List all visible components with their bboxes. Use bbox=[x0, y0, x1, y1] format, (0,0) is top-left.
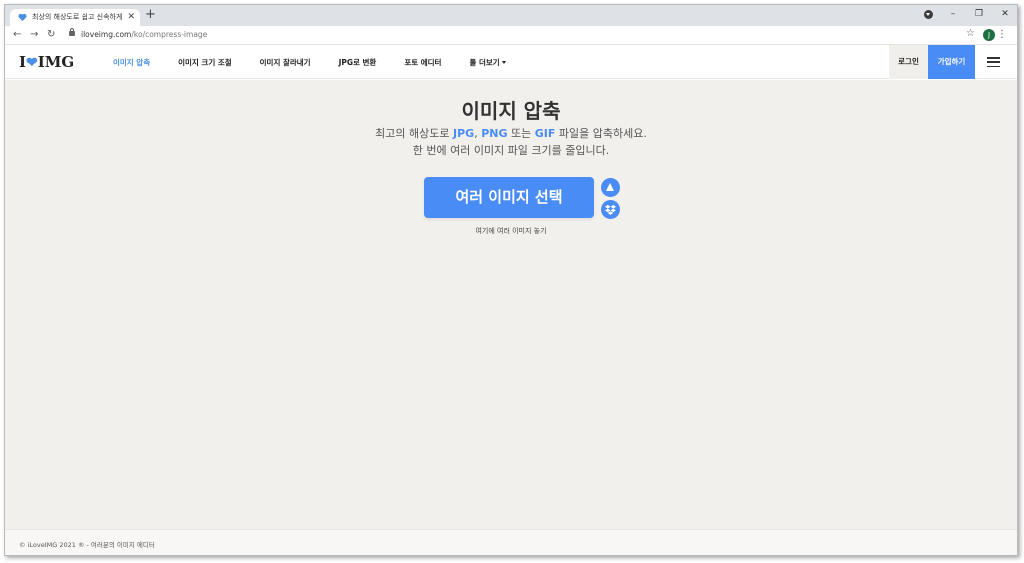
nav-crop-image[interactable]: 이미지 잘라내기 bbox=[260, 57, 311, 68]
browser-toolbar: ← → ↻ iloveimg.com/ko/compress-image ☆ bbox=[5, 26, 1017, 45]
subtitle-line-1: 최고의 해상도로 JPG, PNG 또는 GIF 파일을 압축하세요. bbox=[5, 125, 1017, 142]
hamburger-menu-icon[interactable] bbox=[987, 57, 1000, 68]
bookmark-star-icon[interactable]: ☆ bbox=[966, 28, 975, 39]
restore-button[interactable]: ❐ bbox=[973, 7, 985, 21]
format-png: PNG bbox=[481, 127, 508, 140]
site-header: I❤IMG 이미지 압축 이미지 크기 조절 이미지 잘라내기 JPG로 변환 … bbox=[5, 45, 1017, 79]
nav-resize-image[interactable]: 이미지 크기 조절 bbox=[178, 57, 232, 68]
reload-button[interactable]: ↻ bbox=[47, 28, 55, 42]
chevron-down-icon bbox=[501, 61, 506, 64]
url-text[interactable]: iloveimg.com/ko/compress-image bbox=[81, 30, 207, 39]
format-jpg: JPG bbox=[453, 127, 475, 140]
page-subtitle: 최고의 해상도로 JPG, PNG 또는 GIF 파일을 압축하세요. 한 번에… bbox=[5, 125, 1017, 159]
tab-search-icon[interactable] bbox=[924, 9, 933, 19]
subtitle-text: 최고의 해상도로 bbox=[375, 127, 454, 140]
forward-button[interactable]: → bbox=[30, 28, 38, 42]
profile-avatar[interactable]: J bbox=[983, 29, 995, 41]
main-content: 이미지 압축 최고의 해상도로 JPG, PNG 또는 GIF 파일을 압축하세… bbox=[5, 80, 1017, 529]
heart-icon: ❤ bbox=[26, 55, 38, 71]
logo-letter: I bbox=[19, 53, 27, 71]
address-bar[interactable]: iloveimg.com/ko/compress-image ☆ bbox=[63, 28, 979, 43]
subtitle-text: 파일을 압축하세요. bbox=[555, 127, 647, 140]
tab-title: 최상의 해상도로 쉽고 신속하게 bbox=[32, 13, 123, 21]
url-host: iloveimg.com bbox=[81, 30, 132, 39]
site-footer: © iLoveIMG 2021 ® - 여러분의 이미지 에디터 bbox=[5, 529, 1017, 555]
footer-copyright: © iLoveIMG 2021 ® - 여러분의 이미지 에디터 bbox=[19, 541, 155, 549]
page-title: 이미지 압축 bbox=[461, 99, 561, 123]
login-button[interactable]: 로그인 bbox=[889, 45, 928, 79]
select-images-button[interactable]: 여러 이미지 선택 bbox=[424, 177, 594, 218]
heart-favicon-icon bbox=[18, 13, 27, 22]
drop-hint: 여기에 여러 이미지 놓기 bbox=[475, 227, 547, 235]
minimize-button[interactable]: – bbox=[947, 7, 959, 21]
more-tools-label: 툴 더보기 bbox=[469, 57, 500, 67]
lock-icon[interactable] bbox=[69, 28, 75, 36]
nav-more-tools[interactable]: 툴 더보기 bbox=[469, 57, 506, 68]
main-nav: 이미지 압축 이미지 크기 조절 이미지 잘라내기 JPG로 변환 포토 에디터… bbox=[113, 45, 534, 79]
google-drive-button[interactable] bbox=[601, 178, 620, 197]
logo-text: IMG bbox=[37, 53, 75, 71]
google-drive-icon bbox=[606, 183, 614, 191]
url-path: /ko/compress-image bbox=[131, 30, 208, 39]
back-button[interactable]: ← bbox=[13, 28, 21, 42]
subtitle-line-2: 한 번에 여러 이미지 파일 크기를 줄입니다. bbox=[412, 144, 610, 157]
window-controls: – ❐ ✕ bbox=[924, 7, 1011, 21]
tab-strip: 최상의 해상도로 쉽고 신속하게 ✕ + – ❐ ✕ bbox=[5, 5, 1017, 26]
browser-menu-icon[interactable]: ⋮ bbox=[997, 29, 1007, 41]
dropbox-button[interactable] bbox=[601, 200, 620, 219]
format-gif: GIF bbox=[534, 127, 556, 140]
subtitle-text: 또는 bbox=[507, 127, 535, 140]
iloveimg-logo[interactable]: I❤IMG bbox=[19, 53, 74, 71]
signup-button[interactable]: 가입하기 bbox=[928, 45, 975, 79]
browser-tab[interactable]: 최상의 해상도로 쉽고 신속하게 ✕ bbox=[10, 9, 140, 26]
nav-compress-image[interactable]: 이미지 압축 bbox=[113, 57, 150, 68]
close-window-button[interactable]: ✕ bbox=[999, 7, 1011, 21]
new-tab-button[interactable]: + bbox=[145, 8, 156, 22]
dropbox-icon bbox=[605, 204, 616, 215]
tab-close-icon[interactable]: ✕ bbox=[127, 11, 135, 23]
nav-convert-to-jpg[interactable]: JPG로 변환 bbox=[339, 57, 377, 68]
browser-window: 최상의 해상도로 쉽고 신속하게 ✕ + – ❐ ✕ ← → ↻ iloveim… bbox=[4, 4, 1018, 556]
nav-photo-editor[interactable]: 포토 에디터 bbox=[404, 57, 441, 68]
